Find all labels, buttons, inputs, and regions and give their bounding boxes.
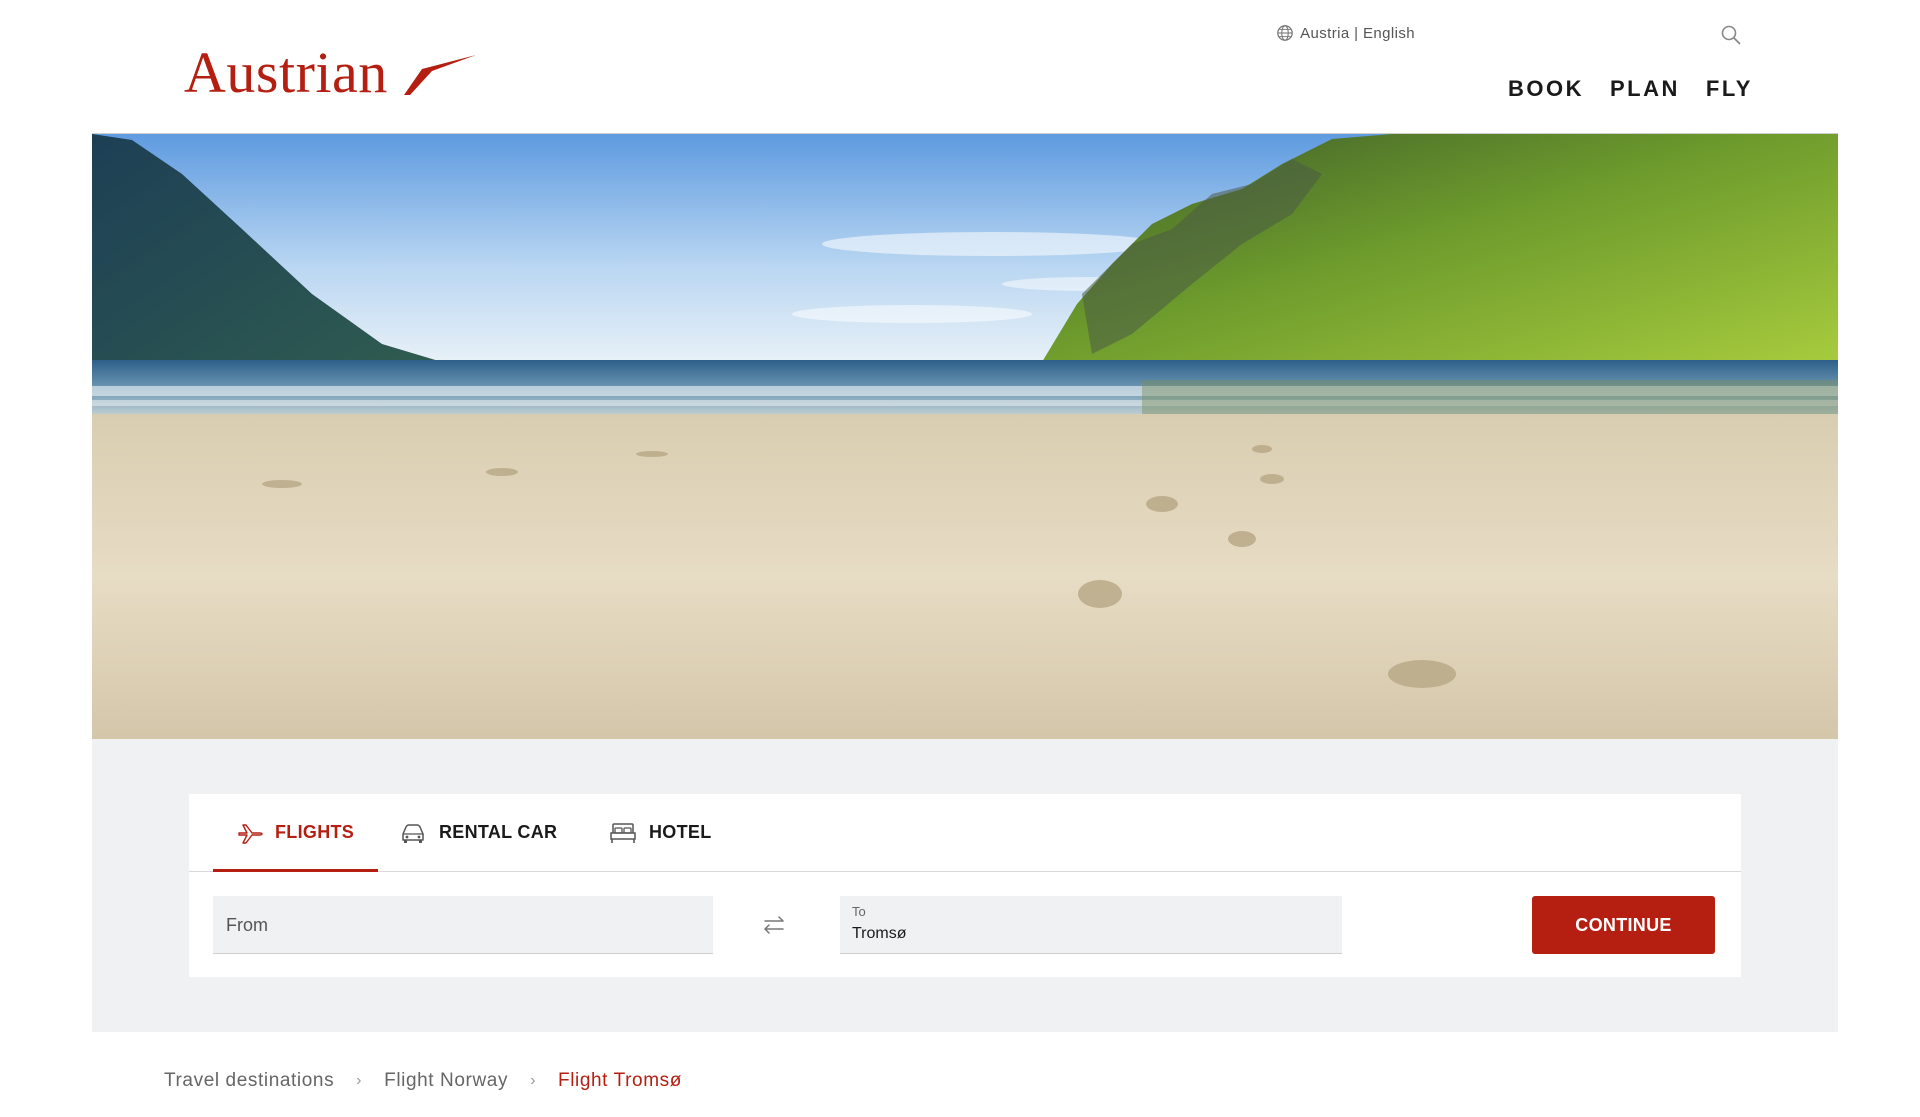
logo-wordmark: Austrian [184,40,388,105]
tab-hotel[interactable]: HOTEL [609,794,712,871]
main-nav: BOOK PLAN FLY [1508,76,1753,102]
page: Austrian Austria | English BOOK PLAN FLY [0,0,1920,1117]
booking-card: FLIGHTS RENTAL CAR HOTEL From To Tromsø … [189,794,1741,977]
tab-flights[interactable]: FLIGHTS [213,794,379,872]
nav-plan[interactable]: PLAN [1610,76,1680,102]
breadcrumb-current-page: Flight Tromsø [558,1070,682,1091]
search-icon[interactable] [1720,24,1742,46]
to-label: To [852,904,866,919]
tab-rental-car[interactable]: RENTAL CAR [399,794,557,871]
austrian-logo[interactable]: Austrian [184,44,478,102]
tab-flights-label: FLIGHTS [275,822,355,842]
continue-button[interactable]: CONTINUE [1532,896,1715,954]
from-field[interactable]: From [213,896,713,954]
logo-arrow-icon [403,55,476,95]
to-field[interactable]: To Tromsø [840,896,1342,954]
locale-label: Austria | English [1300,24,1415,42]
to-value: Tromsø [852,925,907,942]
swap-arrows-icon[interactable] [759,910,789,940]
nav-book[interactable]: BOOK [1508,76,1584,102]
locale-selector[interactable]: Austria | English [1276,24,1415,42]
globe-icon [1277,25,1293,41]
from-placeholder: From [226,915,268,935]
breadcrumb-separator: › [530,1072,536,1089]
breadcrumb-flight-norway[interactable]: Flight Norway [384,1070,508,1092]
breadcrumb-separator: › [356,1072,363,1089]
tab-rental-car-label: RENTAL CAR [439,822,558,842]
booking-tabs: FLIGHTS RENTAL CAR HOTEL [189,794,1741,872]
beach-landscape-image [92,134,1838,740]
site-header: Austrian Austria | English BOOK PLAN FLY [0,0,1920,133]
plane-icon [238,823,263,844]
booking-panel: FLIGHTS RENTAL CAR HOTEL From To Tromsø … [92,739,1838,1032]
bed-icon [610,822,636,843]
breadcrumb: Travel destinations › Flight Norway › Fl… [164,1070,682,1092]
breadcrumb-travel-destinations[interactable]: Travel destinations [164,1070,334,1092]
tab-hotel-label: HOTEL [649,822,712,842]
car-icon [402,823,424,843]
hero-image [92,133,1838,740]
nav-fly[interactable]: FLY [1706,76,1753,102]
